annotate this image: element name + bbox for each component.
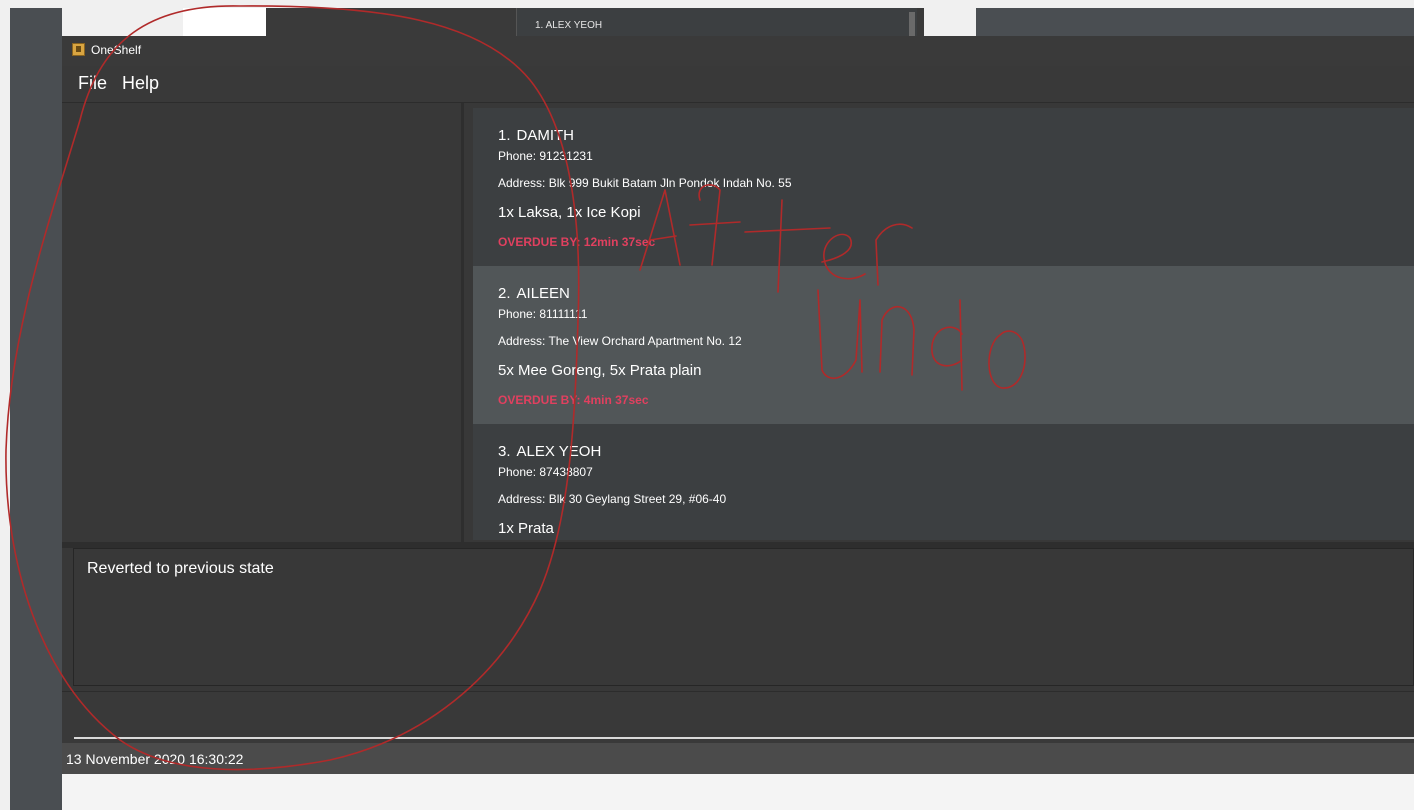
order-address: Address: Blk 999 Bukit Batam Jln Pondok … bbox=[498, 176, 792, 190]
order-card[interactable]: 1. DAMITH Phone: 91231231 Address: Blk 99… bbox=[473, 108, 1414, 266]
status-bar: 13 November 2020 16:30:22 bbox=[62, 743, 1414, 774]
order-address: Address: Blk 30 Geylang Street 29, #06-4… bbox=[498, 492, 727, 506]
order-items: 1x Laksa, 1x Ice Kopi bbox=[498, 204, 641, 221]
order-name: 2. AILEEN bbox=[498, 285, 570, 302]
order-phone: Phone: 91231231 bbox=[498, 149, 593, 163]
background-list-item: 1. ALEX YEOH bbox=[535, 20, 603, 31]
left-panel bbox=[62, 103, 464, 542]
order-index: 1. bbox=[498, 127, 511, 144]
overdue-label: OVERDUE BY: 4min 37sec bbox=[498, 393, 649, 407]
desktop-background-bottom bbox=[62, 774, 1414, 810]
order-list[interactable]: 1. DAMITH Phone: 91231231 Address: Blk 99… bbox=[473, 108, 1414, 540]
order-items: 5x Mee Goreng, 5x Prata plain bbox=[498, 362, 702, 379]
window-title: OneShelf bbox=[91, 43, 142, 57]
order-name: 3. ALEX YEOH bbox=[498, 443, 601, 460]
overdue-label: OVERDUE BY: 12min 37sec bbox=[498, 235, 656, 249]
result-text: Reverted to previous state bbox=[87, 560, 274, 577]
order-phone: Phone: 81111111 bbox=[498, 307, 588, 321]
order-index: 2. bbox=[498, 285, 511, 302]
oneshelf-window: OneShelf File Help 1. DAMITH Phone: 91231… bbox=[62, 36, 1414, 774]
menu-bar: File Help bbox=[62, 66, 1414, 103]
order-address: Address: The View Orchard Apartment No. … bbox=[498, 334, 742, 348]
background-scrollbar bbox=[909, 12, 915, 36]
background-window-list: 1. ALEX YEOH bbox=[516, 8, 917, 36]
order-card[interactable]: 3. ALEX YEOH Phone: 87438807 Address: Blk… bbox=[473, 424, 1414, 540]
status-datetime: 13 November 2020 16:30:22 bbox=[66, 751, 244, 767]
command-input[interactable] bbox=[74, 692, 1414, 739]
menu-file[interactable]: File bbox=[78, 73, 107, 94]
command-box bbox=[62, 691, 1414, 744]
desktop-background-right bbox=[976, 8, 1414, 36]
result-display[interactable]: Reverted to previous state bbox=[73, 548, 1414, 686]
order-items: 1x Prata bbox=[498, 520, 554, 537]
customer-name: DAMITH bbox=[516, 127, 575, 144]
desktop-background-left bbox=[10, 8, 62, 810]
background-window-white bbox=[183, 8, 266, 36]
order-index: 3. bbox=[498, 443, 511, 460]
app-icon bbox=[72, 43, 85, 56]
order-card-selected[interactable]: 2. AILEEN Phone: 81111111 Address: The Vi… bbox=[473, 266, 1414, 424]
order-name: 1. DAMITH bbox=[498, 127, 574, 144]
customer-name: ALEX YEOH bbox=[516, 443, 602, 460]
menu-help[interactable]: Help bbox=[122, 73, 159, 94]
title-bar[interactable]: OneShelf bbox=[62, 36, 1414, 67]
order-phone: Phone: 87438807 bbox=[498, 465, 593, 479]
customer-name: AILEEN bbox=[516, 285, 570, 302]
